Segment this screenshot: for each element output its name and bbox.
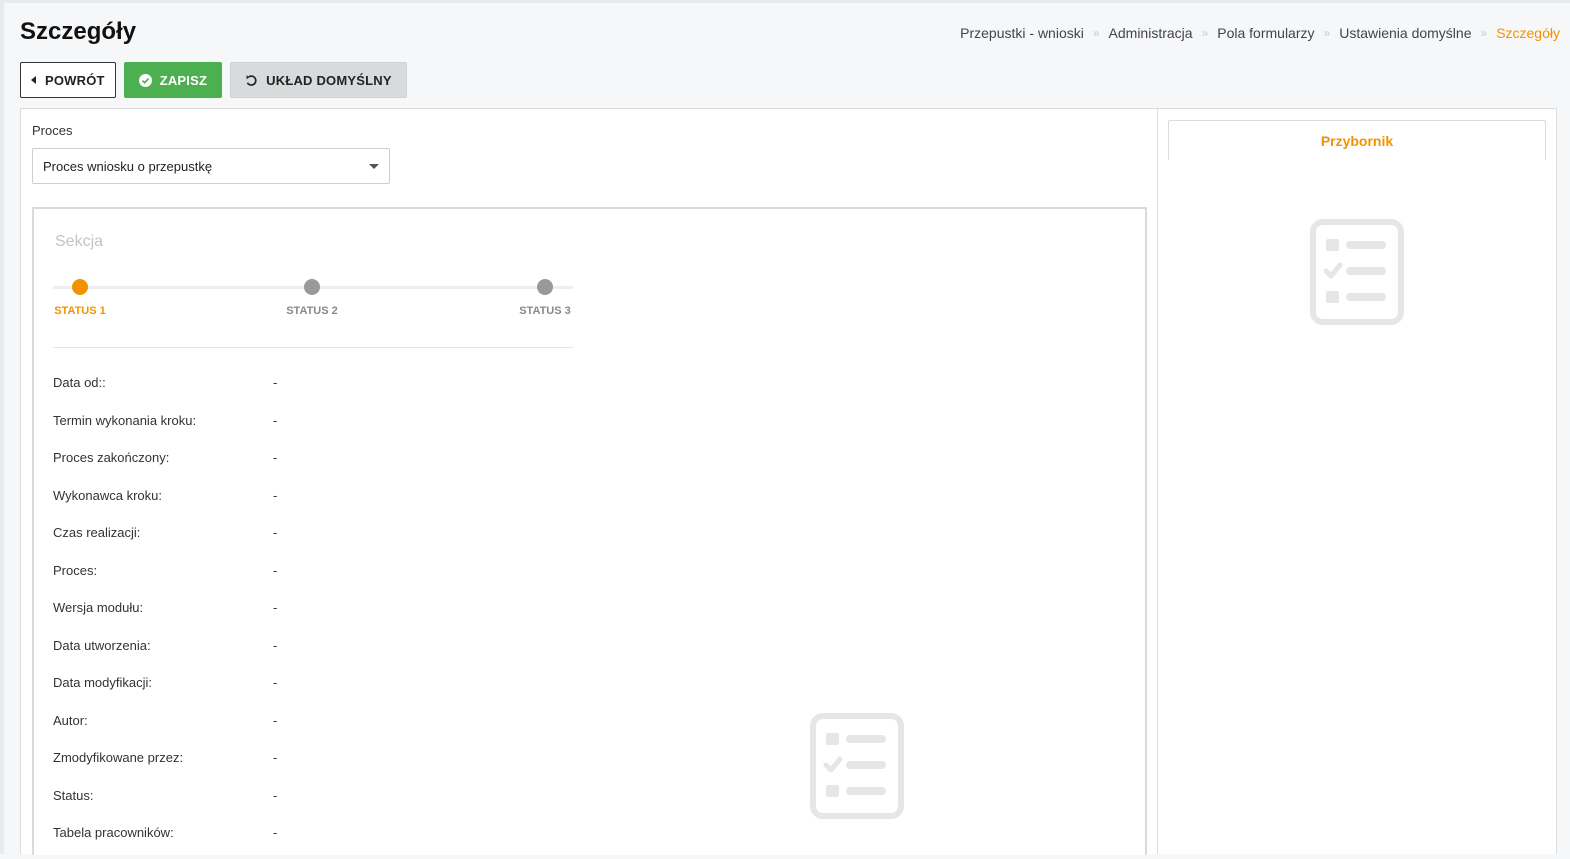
- process-select-value: Proces wniosku o przepustkę: [43, 158, 213, 174]
- field-label: Autor:: [53, 712, 88, 728]
- field-value: -: [273, 450, 278, 465]
- field-label: Czas realizacji:: [53, 525, 141, 540]
- field-label: Data utworzenia:: [53, 637, 151, 653]
- back-button-label: POWRÓT: [45, 72, 105, 88]
- field-value: -: [273, 562, 278, 578]
- breadcrumb: Przepustki - wnioski » Administracja » P…: [960, 25, 1560, 41]
- field-label: Status:: [53, 787, 94, 803]
- field-row-data-utworzenia[interactable]: Data utworzenia: -: [53, 634, 653, 672]
- left-border: [0, 3, 4, 854]
- toolbar: POWRÓT ZAPISZ UKŁAD DOMYŚLNY: [20, 62, 407, 98]
- check-circle-icon: [138, 73, 152, 87]
- field-row-tabela-pracownikow[interactable]: Tabela pracowników: -: [53, 821, 653, 859]
- field-value: -: [273, 487, 278, 503]
- field-value: -: [273, 712, 278, 728]
- default-layout-button-label: UKŁAD DOMYŚLNY: [266, 72, 392, 88]
- process-select[interactable]: Proces wniosku o przepustkę: [32, 148, 390, 184]
- breadcrumb-separator: »: [1480, 26, 1488, 40]
- step-dot: [537, 279, 553, 295]
- breadcrumb-item-przepustki[interactable]: Przepustki - wnioski: [960, 25, 1084, 41]
- field-label: Data modyfikacji:: [53, 675, 152, 690]
- field-row-proces[interactable]: Proces: -: [53, 559, 653, 597]
- top-border: [0, 0, 1570, 3]
- step-label: STATUS 3: [519, 305, 571, 317]
- field-row-czas-realizacji[interactable]: Czas realizacji: -: [53, 521, 653, 559]
- field-value: -: [273, 750, 278, 765]
- field-label: Termin wykonania kroku:: [53, 412, 197, 428]
- field-value: -: [273, 525, 278, 540]
- form-designer-area[interactable]: Sekcja STATUS 1 STATUS 2 STATUS 3 Data o…: [32, 207, 1147, 855]
- field-list: Data od:: - Termin wykonania kroku: - Proc…: [53, 371, 653, 859]
- step-status-2[interactable]: STATUS 2: [272, 277, 352, 317]
- field-row-wersja-modulu[interactable]: Wersja modułu: -: [53, 596, 653, 634]
- field-label: Zmodyfikowane przez:: [53, 750, 184, 765]
- field-row-zmodyfikowane-przez[interactable]: Zmodyfikowane przez: -: [53, 746, 653, 784]
- checklist-icon: [810, 713, 904, 824]
- toolbox-panel: Przybornik: [1157, 108, 1557, 854]
- field-label: Tabela pracowników:: [53, 825, 174, 840]
- field-value: -: [273, 375, 278, 390]
- breadcrumb-item-administracja[interactable]: Administracja: [1109, 25, 1193, 41]
- field-value: -: [273, 675, 278, 690]
- tab-przybornik[interactable]: Przybornik: [1168, 120, 1546, 160]
- step-status-3[interactable]: STATUS 3: [505, 277, 585, 317]
- field-row-proces-zakonczony[interactable]: Proces zakończony: -: [53, 446, 653, 484]
- step-label: STATUS 2: [286, 305, 338, 317]
- field-label: Data od::: [53, 375, 106, 390]
- breadcrumb-item-current: Szczegóły: [1496, 25, 1560, 41]
- field-row-autor[interactable]: Autor: -: [53, 709, 653, 747]
- field-row-status[interactable]: Status: -: [53, 784, 653, 822]
- main-panel: Proces Proces wniosku o przepustkę Sekcj…: [20, 108, 1157, 855]
- section-title: Sekcja: [55, 233, 104, 250]
- step-dot: [72, 279, 88, 295]
- undo-icon: [245, 74, 258, 87]
- default-layout-button[interactable]: UKŁAD DOMYŚLNY: [230, 62, 407, 98]
- breadcrumb-item-pola-formularzy[interactable]: Pola formularzy: [1217, 25, 1314, 41]
- field-value: -: [273, 600, 278, 615]
- save-button[interactable]: ZAPISZ: [123, 62, 223, 98]
- field-label: Proces zakończony:: [53, 450, 170, 465]
- field-value: -: [273, 787, 278, 803]
- field-label: Wykonawca kroku:: [53, 487, 162, 503]
- back-button[interactable]: POWRÓT: [20, 62, 116, 98]
- field-value: -: [273, 825, 278, 840]
- page-title: Szczegóły: [20, 18, 137, 45]
- process-label: Proces: [32, 123, 73, 138]
- checklist-icon: [1310, 219, 1404, 330]
- breadcrumb-item-ustawienia-domyslne[interactable]: Ustawienia domyślne: [1339, 25, 1471, 41]
- save-button-label: ZAPISZ: [159, 72, 208, 88]
- status-stepper: STATUS 1 STATUS 2 STATUS 3: [53, 277, 573, 321]
- field-row-wykonawca-kroku[interactable]: Wykonawca kroku: -: [53, 484, 653, 522]
- step-label: STATUS 1: [54, 305, 106, 317]
- breadcrumb-separator: »: [1092, 26, 1100, 40]
- field-value: -: [273, 637, 278, 653]
- chevron-down-icon: [369, 164, 379, 169]
- step-dot: [304, 279, 320, 295]
- breadcrumb-separator: »: [1201, 26, 1209, 40]
- step-status-1[interactable]: STATUS 1: [40, 277, 120, 317]
- field-label: Wersja modułu:: [53, 600, 144, 615]
- section-divider: [53, 347, 573, 348]
- field-row-data-modyfikacji[interactable]: Data modyfikacji: -: [53, 671, 653, 709]
- caret-left-icon: [31, 76, 37, 84]
- breadcrumb-separator: »: [1323, 26, 1331, 40]
- field-row-termin-wykonania[interactable]: Termin wykonania kroku: -: [53, 409, 653, 447]
- field-value: -: [273, 412, 278, 428]
- field-row-data-od[interactable]: Data od:: -: [53, 371, 653, 409]
- field-label: Proces:: [53, 562, 98, 578]
